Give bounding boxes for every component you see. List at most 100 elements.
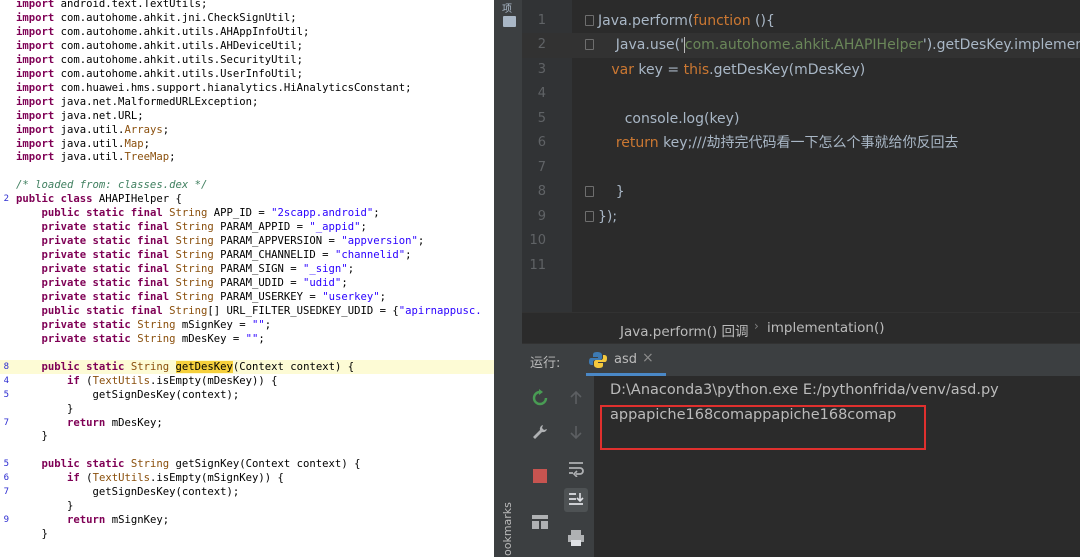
- source-line[interactable]: import com.huawei.hms.support.hianalytic…: [0, 81, 494, 95]
- source-line[interactable]: }: [0, 527, 494, 541]
- source-line[interactable]: 7 return mDesKey;: [0, 416, 494, 430]
- code-editor[interactable]: 1 Java.perform(function (){2 Java.use('co…: [522, 0, 1080, 312]
- source-line[interactable]: private static final String PARAM_SIGN =…: [0, 262, 494, 276]
- source-line[interactable]: private static final String PARAM_APPVER…: [0, 234, 494, 248]
- breadcrumb-item-implementation[interactable]: implementation(): [767, 320, 885, 336]
- rerun-icon: [532, 389, 548, 406]
- source-line[interactable]: private static String mSignKey = "";: [0, 318, 494, 332]
- line-number: 9: [3, 515, 9, 526]
- source-line[interactable]: }: [0, 429, 494, 443]
- wrench-icon: [533, 425, 547, 439]
- fold-marker-icon[interactable]: [585, 210, 594, 222]
- source-line[interactable]: import android.text.TextUtils;: [0, 0, 494, 11]
- scroll-up-button[interactable]: [564, 386, 588, 410]
- source-line[interactable]: [0, 164, 494, 178]
- scroll-to-end-button[interactable]: [564, 488, 588, 512]
- editor-line[interactable]: 6 return key;///劫持完代码看一下怎么个事就给你反回去: [522, 131, 1080, 156]
- source-line[interactable]: 8 public static String getDesKey(Context…: [0, 359, 494, 374]
- console-line-command: D:\Anaconda3\python.exe E:/pythonfrida/v…: [610, 382, 999, 398]
- fold-marker-icon[interactable]: [585, 39, 594, 50]
- scroll-down-button[interactable]: [564, 420, 588, 444]
- editor-line-number: 4: [537, 86, 546, 101]
- source-line[interactable]: 2 public class AHAPIHelper {: [0, 192, 494, 206]
- source-code-text: import java.util.Map;: [16, 137, 150, 150]
- source-line[interactable]: import java.net.MalformedURLException;: [0, 95, 494, 109]
- editor-line[interactable]: 3 var key = this.getDesKey(mDesKey): [522, 58, 1080, 83]
- source-line[interactable]: import com.autohome.ahkit.jni.CheckSignU…: [0, 11, 494, 25]
- source-code-text: }: [16, 402, 74, 415]
- source-line[interactable]: }: [0, 402, 494, 416]
- ide-panel: 项 ookmarks 1 Java.perform(function (){2 J…: [498, 0, 1080, 557]
- source-code-text: import java.util.TreeMap;: [16, 151, 176, 164]
- soft-wrap-button[interactable]: [564, 456, 588, 480]
- settings-button[interactable]: [528, 420, 552, 444]
- run-panel-label: 运行:: [530, 356, 561, 371]
- fold-marker-icon[interactable]: [585, 14, 594, 26]
- source-code-text: private static final String PARAM_UDID =…: [41, 277, 348, 289]
- editor-line[interactable]: 10: [522, 229, 1080, 254]
- editor-line[interactable]: 4: [522, 82, 1080, 107]
- project-tool-label[interactable]: 项: [502, 0, 512, 15]
- editor-code-text: return key;///劫持完代码看一下怎么个事就给你反回去: [615, 135, 959, 151]
- chevron-right-icon: ›: [754, 319, 759, 333]
- run-panel-header: 运行: asd ×: [522, 344, 1080, 377]
- source-line[interactable]: 4 if (TextUtils.isEmpty(mDesKey)) {: [0, 374, 494, 388]
- source-line[interactable]: import java.util.TreeMap;: [0, 150, 494, 164]
- source-line[interactable]: import com.autohome.ahkit.utils.AHAppInf…: [0, 25, 494, 39]
- editor-line[interactable]: 11: [522, 254, 1080, 279]
- source-code-text: import java.net.MalformedURLException;: [16, 95, 259, 108]
- source-line[interactable]: import java.util.Arrays;: [0, 123, 494, 137]
- editor-line-number: 11: [529, 257, 546, 273]
- bookmarks-tool-label[interactable]: ookmarks: [501, 500, 517, 556]
- source-line[interactable]: import java.util.Map;: [0, 137, 494, 151]
- source-line[interactable]: private static final String PARAM_APPID …: [0, 220, 494, 234]
- source-line[interactable]: private static String mDesKey = "";: [0, 332, 494, 346]
- source-line[interactable]: private static final String PARAM_UDID =…: [0, 276, 494, 290]
- folder-icon[interactable]: [503, 16, 516, 27]
- fold-marker-icon[interactable]: [585, 186, 594, 197]
- source-line[interactable]: public static final String[] URL_FILTER_…: [0, 304, 494, 318]
- editor-line[interactable]: 7: [522, 156, 1080, 181]
- layout-button[interactable]: [528, 510, 552, 534]
- print-button[interactable]: [564, 526, 588, 550]
- source-line[interactable]: public static final String APP_ID = "2sc…: [0, 206, 494, 220]
- close-icon[interactable]: ×: [642, 350, 654, 366]
- editor-line[interactable]: 9});: [522, 205, 1080, 230]
- source-line[interactable]: 7 getSignDesKey(context);: [0, 485, 494, 499]
- source-code-text: import com.autohome.ahkit.utils.AHAppInf…: [16, 25, 310, 38]
- source-line[interactable]: import com.autohome.ahkit.utils.Security…: [0, 53, 494, 67]
- source-line[interactable]: private static final String PARAM_USERKE…: [0, 290, 494, 304]
- editor-line[interactable]: 1 Java.perform(function (){: [522, 9, 1080, 34]
- editor-code-text: Java.perform(function (){: [598, 12, 775, 29]
- tab-asd[interactable]: asd ×: [586, 344, 686, 376]
- source-line[interactable]: 9 return mSignKey;: [0, 513, 494, 527]
- source-line[interactable]: import java.net.URL;: [0, 109, 494, 123]
- source-line[interactable]: import com.autohome.ahkit.utils.AHDevice…: [0, 39, 494, 53]
- editor-line[interactable]: 2 Java.use('com.autohome.ahkit.AHAPIHelp…: [522, 33, 1080, 58]
- editor-line[interactable]: 5 console.log(key): [522, 107, 1080, 132]
- source-line[interactable]: [0, 346, 494, 360]
- source-code-text: import java.util.Arrays;: [16, 123, 170, 136]
- editor-line[interactable]: 8 }: [522, 180, 1080, 205]
- source-line[interactable]: import com.autohome.ahkit.utils.UserInfo…: [0, 67, 494, 81]
- source-line[interactable]: [0, 443, 494, 457]
- editor-line-number: 3: [537, 61, 546, 77]
- source-line[interactable]: }: [0, 499, 494, 513]
- source-code-text: public static final String[] URL_FILTER_…: [41, 304, 482, 317]
- source-code-text: if (TextUtils.isEmpty(mDesKey)) {: [67, 374, 278, 387]
- breadcrumb-item-java-perform[interactable]: Java.perform() 回调: [620, 320, 749, 340]
- line-number: 2: [3, 194, 9, 205]
- source-line[interactable]: private static final String PARAM_CHANNE…: [0, 248, 494, 262]
- source-line[interactable]: /* loaded from: classes.dex */: [0, 178, 494, 192]
- layout-icon: [532, 515, 548, 529]
- rerun-button[interactable]: [528, 386, 552, 410]
- source-code-text: if (TextUtils.isEmpty(mSignKey)) {: [67, 472, 284, 485]
- source-code-text: import com.autohome.ahkit.utils.UserInfo…: [16, 67, 304, 80]
- line-number: 5: [3, 459, 9, 470]
- stop-button[interactable]: [528, 464, 552, 488]
- source-line[interactable]: 5 public static String getSignKey(Contex…: [0, 457, 494, 471]
- run-console[interactable]: D:\Anaconda3\python.exe E:/pythonfrida/v…: [594, 376, 1080, 557]
- editor-line-number: 8: [537, 184, 546, 199]
- source-line[interactable]: 6 if (TextUtils.isEmpty(mSignKey)) {: [0, 471, 494, 485]
- source-line[interactable]: 5 getSignDesKey(context);: [0, 388, 494, 402]
